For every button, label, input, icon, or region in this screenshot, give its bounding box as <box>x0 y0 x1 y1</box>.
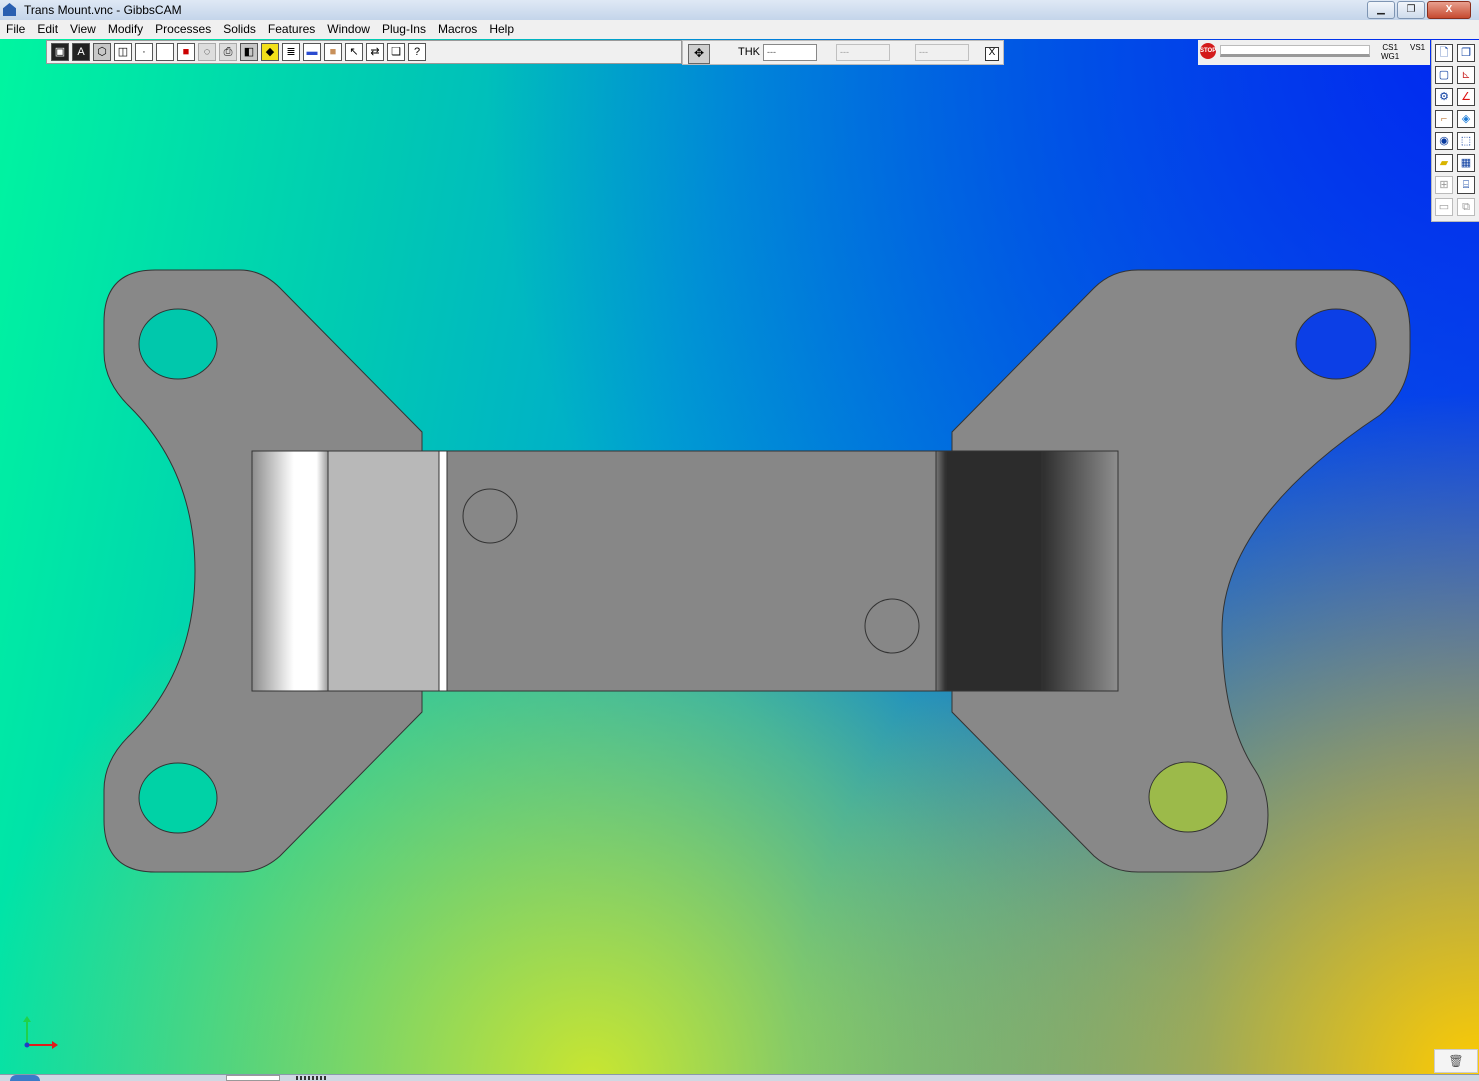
trash-icon[interactable]: 🗑 <box>1434 1049 1478 1073</box>
tool-palette: 🗋 ❐ ▢ ⊾ ⚙ ∠ ⌐ ◈ ◉ ⬚ ▰ ▦ ⊞ ⌸ ▭ ⧉ <box>1431 40 1479 222</box>
window-title: Trans Mount.vnc - GibbsCAM <box>24 3 182 17</box>
stock-icon[interactable]: ▰ <box>1435 154 1453 172</box>
copy-window-icon[interactable]: ❐ <box>1457 44 1475 62</box>
taskbar-item[interactable] <box>226 1075 280 1081</box>
vs-label[interactable]: VS1 <box>1410 43 1425 52</box>
menu-window[interactable]: Window <box>321 20 376 39</box>
box-icon[interactable]: ⬚ <box>1457 132 1475 150</box>
help-pointer-icon[interactable]: ? <box>408 43 426 61</box>
solid-select-icon[interactable]: ◧ <box>240 43 258 61</box>
status-strip: STOP CS1 WG1 VS1 <box>1198 40 1430 65</box>
stack-icon[interactable]: ≣ <box>282 43 300 61</box>
bend-icon[interactable]: ⌐ <box>1435 110 1453 128</box>
progress-bar <box>1220 45 1370 57</box>
render-icon[interactable]: ▦ <box>1457 154 1475 172</box>
menu-features[interactable]: Features <box>262 20 321 39</box>
gibbscam-app-icon <box>3 3 16 16</box>
thk-input[interactable]: --- <box>763 44 817 61</box>
menu-macros[interactable]: Macros <box>432 20 483 39</box>
thickness-toolbar: ✥ THK --- --- --- X <box>682 40 1004 65</box>
menu-processes[interactable]: Processes <box>149 20 217 39</box>
thk-label: THK <box>738 46 760 58</box>
red-axis-icon[interactable]: ∠ <box>1457 88 1475 106</box>
left-edge-highlight <box>438 450 448 692</box>
plane-icon[interactable]: ◈ <box>1457 110 1475 128</box>
pick-tool-icon[interactable]: ✥ <box>688 44 710 64</box>
left-flat-face <box>327 450 440 692</box>
print-icon[interactable]: ⎙ <box>219 43 237 61</box>
menu-plug-ins[interactable]: Plug-Ins <box>376 20 432 39</box>
layers-icon[interactable]: ❏ <box>387 43 405 61</box>
cs-label: CS1 <box>1382 43 1398 52</box>
tool-icon[interactable]: ⚙ <box>1435 88 1453 106</box>
rectangle-select-icon[interactable]: ▢ <box>1435 66 1453 84</box>
title-bar: Trans Mount.vnc - GibbsCAM ▁ ❐ X <box>0 0 1479 21</box>
view-wireframe-a-icon[interactable]: A <box>72 43 90 61</box>
menu-modify[interactable]: Modify <box>102 20 149 39</box>
graphics-viewport[interactable] <box>0 39 1479 1080</box>
frame-icon[interactable]: ⌸ <box>1457 176 1475 194</box>
arrow-cursor-icon[interactable]: ↖ <box>345 43 363 61</box>
axis-origin <box>24 1042 30 1048</box>
right-cylinder-face <box>1041 450 1119 692</box>
coordinate-system-indicator[interactable]: CS1 WG1 <box>1381 43 1399 61</box>
block-icon[interactable]: ■ <box>324 43 342 61</box>
color-icon[interactable]: ■ <box>177 43 195 61</box>
start-button[interactable] <box>10 1075 40 1081</box>
pipe-icon[interactable]: ▬ <box>303 43 321 61</box>
close-icon[interactable]: X <box>985 47 999 61</box>
multi-copy-icon[interactable]: ⧉ <box>1457 198 1475 216</box>
menu-edit[interactable]: Edit <box>31 20 64 39</box>
minimize-button[interactable]: ▁ <box>1367 1 1395 19</box>
restore-button[interactable]: ❐ <box>1397 1 1425 19</box>
axis-triad <box>23 1016 58 1049</box>
new-file-icon[interactable]: 🗋 <box>1435 44 1453 62</box>
view-eye-icon[interactable]: ◉ <box>1435 132 1453 150</box>
window-controls: ▁ ❐ X <box>1367 1 1471 19</box>
menu-help[interactable]: Help <box>483 20 520 39</box>
main-toolbar: ▣ A ⬡ ◫ · ■ ◌ ⎙ ◧ ◆ ≣ ▬ ■ ↖ ⇄ ❏ ? <box>46 40 682 64</box>
axis-y-arrow <box>23 1016 31 1022</box>
view-cube-icon[interactable]: ◫ <box>114 43 132 61</box>
view-solid-icon[interactable]: ⬡ <box>93 43 111 61</box>
menu-view[interactable]: View <box>64 20 102 39</box>
left-bottom-hole <box>138 762 218 834</box>
menu-solids[interactable]: Solids <box>217 20 262 39</box>
axis-icon[interactable]: ⊾ <box>1457 66 1475 84</box>
yellow-cube-icon[interactable]: ◆ <box>261 43 279 61</box>
system-tray <box>296 1076 326 1080</box>
right-top-hole <box>1295 308 1377 380</box>
mask-icon[interactable]: ◌ <box>198 43 216 61</box>
left-top-hole <box>138 308 218 380</box>
close-button[interactable]: X <box>1427 1 1471 19</box>
wg-label: WG1 <box>1381 52 1400 61</box>
flip-icon[interactable]: ⇄ <box>366 43 384 61</box>
grid-icon[interactable]: ⊞ <box>1435 176 1453 194</box>
ruler-icon[interactable]: ▭ <box>1435 198 1453 216</box>
stop-button[interactable]: STOP <box>1200 43 1216 59</box>
view-shaded-icon[interactable]: ▣ <box>51 43 69 61</box>
part-view <box>23 269 1411 1049</box>
right-dark-face <box>945 450 1043 692</box>
point-icon[interactable]: · <box>135 43 153 61</box>
square-icon[interactable] <box>156 43 174 61</box>
field-2-input[interactable]: --- <box>836 44 890 61</box>
field-3-input[interactable]: --- <box>915 44 969 61</box>
axis-x-arrow <box>52 1041 58 1049</box>
left-cylinder-face <box>251 450 329 692</box>
center-web <box>446 450 937 692</box>
menu-bar: File Edit View Modify Processes Solids F… <box>0 20 1479 39</box>
menu-file[interactable]: File <box>0 20 31 39</box>
right-bottom-hole <box>1148 761 1228 833</box>
right-edge-shade <box>935 450 947 692</box>
